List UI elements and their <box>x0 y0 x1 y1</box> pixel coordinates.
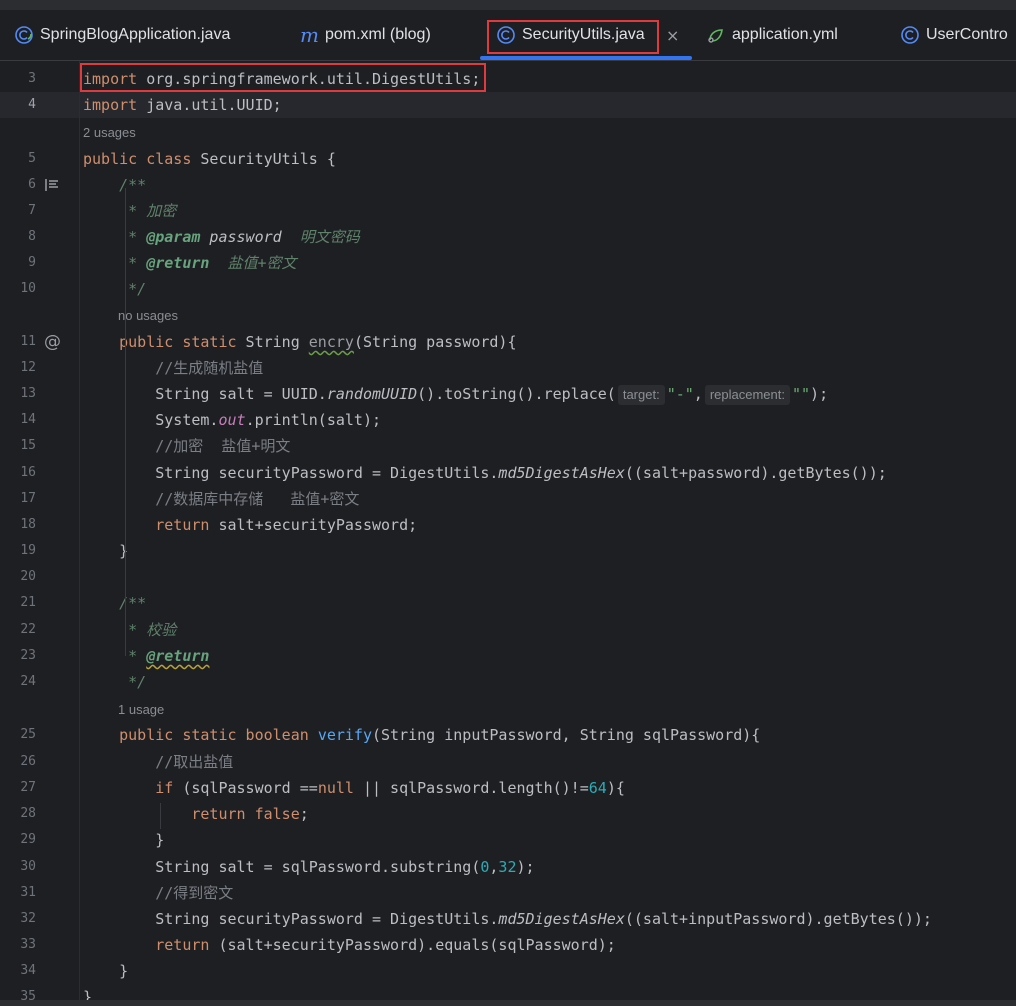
code-line: 26 //取出盐值 <box>20 753 234 771</box>
tab-label: SecurityUtils.java <box>522 26 645 43</box>
code-line: 12 //生成随机盐值 <box>20 359 264 377</box>
usages-hint[interactable]: no usages <box>0 303 1016 329</box>
spring-leaf-icon <box>706 25 726 45</box>
code-line: 16 String securityPassword = DigestUtils… <box>20 464 887 482</box>
code-line: 15 //加密 盐值+明文 <box>20 437 291 455</box>
code-line: 18 return salt+securityPassword; <box>20 516 418 534</box>
tab-security-utils[interactable]: SecurityUtils.java <box>496 10 645 60</box>
code-line: 35 } <box>20 988 93 1000</box>
code-line: 3 import org.springframework.util.Digest… <box>28 70 481 88</box>
code-line: 33 return (salt+securityPassword).equals… <box>20 936 616 954</box>
code-line: 8 * @param password 明文密码 <box>28 228 360 246</box>
param-hint: replacement: <box>704 385 790 405</box>
active-tab-indicator <box>480 56 692 60</box>
code-line: 29 } <box>20 831 165 849</box>
code-line: 25 public static boolean verify(String i… <box>20 726 761 744</box>
bottom-strip <box>0 1000 1016 1006</box>
usages-hint[interactable]: 1 usage <box>0 697 1016 723</box>
code-line: 28 return false; <box>20 805 309 823</box>
code-line: 17 //数据库中存储 盐值+密文 <box>20 490 360 508</box>
maven-m-icon: m <box>300 23 319 47</box>
tab-application-yml[interactable]: application.yml <box>706 10 838 60</box>
code-line: 9 * @return 盐值+密文 <box>28 254 297 272</box>
code-line: 23 * @return <box>20 647 210 665</box>
tab-label: UserContro <box>926 26 1008 43</box>
code-line: 14 System.out.println(salt); <box>20 411 382 429</box>
code-line: 20 <box>20 569 36 584</box>
code-line: 6 /** <box>28 176 147 194</box>
code-line: 22 * 校验 <box>20 621 177 639</box>
code-line: 5 public class SecurityUtils { <box>28 150 336 168</box>
code-editor[interactable]: 3 import org.springframework.util.Digest… <box>0 61 1016 1006</box>
window-top-strip <box>0 0 1016 10</box>
tab-pom-xml[interactable]: m pom.xml (blog) <box>300 10 431 60</box>
editor-tab-bar: SpringBlogApplication.java m pom.xml (bl… <box>0 10 1016 61</box>
indent-guide <box>125 188 126 656</box>
code-line: 13 String salt = UUID.randomUUID().toStr… <box>20 385 829 405</box>
code-line: 31 //得到密文 <box>20 884 234 902</box>
render-doc-icon[interactable] <box>44 177 60 193</box>
code-line: 21 /** <box>20 594 147 612</box>
code-line: 7 * 加密 <box>28 202 177 220</box>
param-hint: target: <box>617 385 665 405</box>
gutter-separator <box>79 61 80 1006</box>
code-line: 10 */ <box>20 280 147 298</box>
code-line: 32 String securityPassword = DigestUtils… <box>20 910 932 928</box>
indent-guide <box>160 803 161 829</box>
class-icon <box>900 25 920 45</box>
usages-hint[interactable]: 2 usages <box>0 120 1016 146</box>
tab-user-controller[interactable]: UserContro <box>900 10 1008 60</box>
at-sign-icon[interactable]: @ <box>44 334 61 351</box>
code-line: 11 @ public static String encry(String p… <box>20 332 517 352</box>
spring-class-icon <box>14 25 34 45</box>
close-tab-icon[interactable]: × <box>666 26 679 45</box>
code-line-current: 4 import java.util.UUID; <box>0 92 1016 118</box>
code-line: 19 } <box>20 542 129 560</box>
tab-label: application.yml <box>732 26 838 43</box>
tab-label: SpringBlogApplication.java <box>40 26 231 43</box>
code-line: 34 } <box>20 962 129 980</box>
class-icon <box>496 25 516 45</box>
tab-label: pom.xml (blog) <box>324 26 431 43</box>
code-line: 30 String salt = sqlPassword.substring(0… <box>20 858 535 876</box>
tab-spring-blog-application[interactable]: SpringBlogApplication.java <box>14 10 230 60</box>
code-line: 27 if (sqlPassword ==null || sqlPassword… <box>20 779 625 797</box>
code-line: 24 */ <box>20 673 147 691</box>
